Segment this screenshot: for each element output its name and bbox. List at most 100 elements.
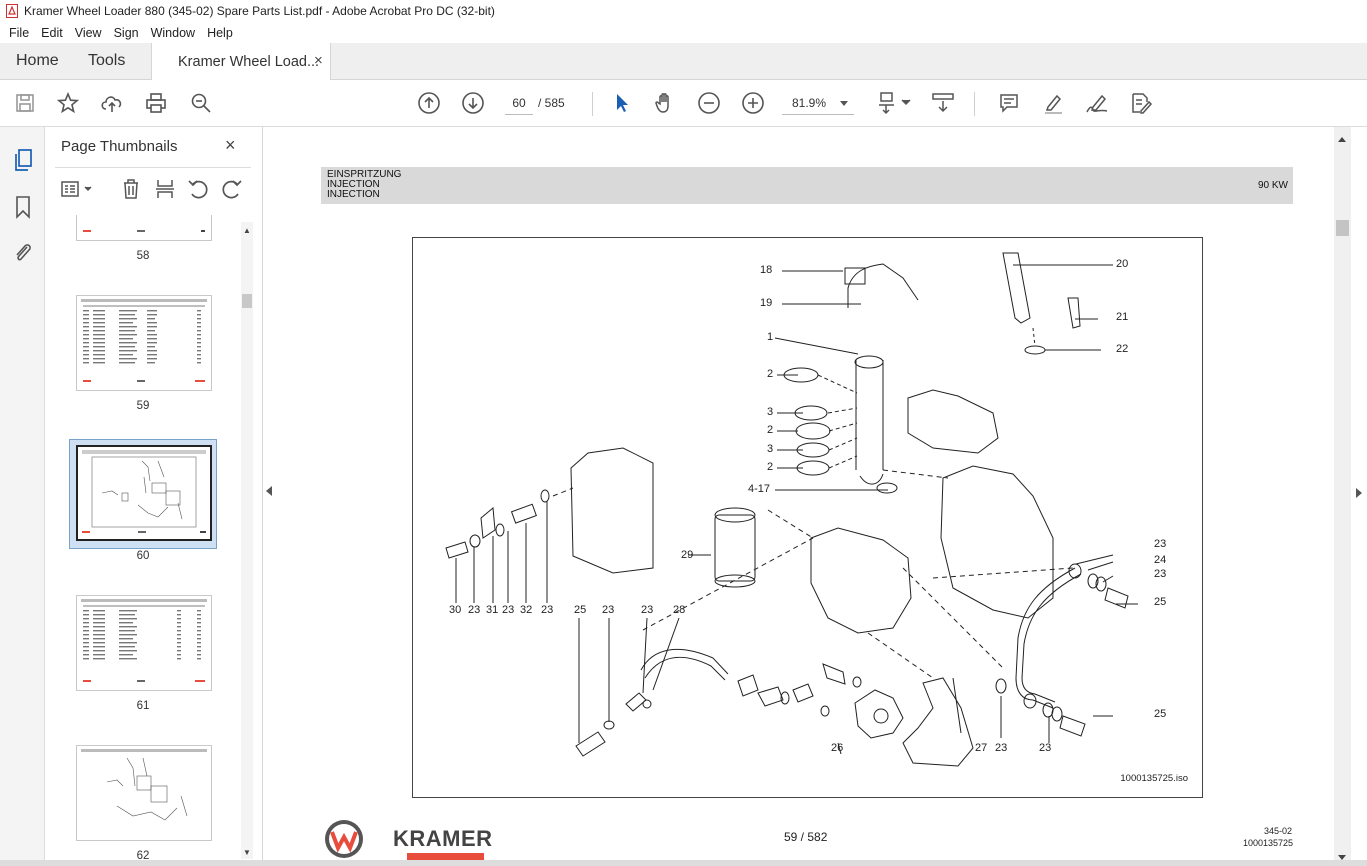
menu-edit[interactable]: Edit <box>36 26 68 40</box>
callout-2: 2 <box>767 368 774 380</box>
footer-brand: KRAMER <box>393 826 493 851</box>
thumbnail-list: 58 59 60 61 62 <box>45 215 241 860</box>
callout-23: 23 <box>502 604 515 616</box>
select-cursor-icon[interactable] <box>608 90 634 116</box>
thumbnail-scrollbar[interactable]: ▲ ▼ <box>241 222 253 859</box>
scroll-thumb[interactable] <box>1336 220 1349 236</box>
kramer-logo <box>323 818 365 860</box>
save-icon[interactable] <box>12 90 38 116</box>
diagram-drawing <box>445 252 1138 767</box>
header-power: 90 KW <box>1257 180 1288 191</box>
highlight-icon[interactable] <box>1040 90 1066 116</box>
callout-23: 23 <box>602 604 615 616</box>
chevron-down-icon <box>840 101 848 106</box>
callout-4-17: 4-17 <box>748 483 771 495</box>
thumbnail-label: 59 <box>136 400 150 412</box>
search-zoom-icon[interactable] <box>188 90 214 116</box>
rotate-left-icon[interactable] <box>186 177 210 201</box>
comment-icon[interactable] <box>996 90 1022 116</box>
header-line-fr: INJECTION <box>327 189 380 200</box>
callout-23: 23 <box>1154 568 1167 580</box>
callout-32: 32 <box>520 604 533 616</box>
attachment-icon[interactable] <box>10 239 36 265</box>
scroll-down-icon[interactable]: ▼ <box>243 848 251 857</box>
scroll-thumb[interactable] <box>242 294 252 308</box>
tab-document[interactable]: Kramer Wheel Load... × <box>151 43 331 81</box>
document-scrollbar[interactable] <box>1334 127 1351 866</box>
star-icon[interactable] <box>55 90 81 116</box>
zoom-level-value: 81.9% <box>792 96 827 110</box>
callout-21: 21 <box>1116 311 1129 323</box>
menu-sign[interactable]: Sign <box>109 26 144 40</box>
bookmark-icon[interactable] <box>10 194 36 220</box>
scroll-up-icon[interactable] <box>1338 137 1346 142</box>
menu-file[interactable]: File <box>4 26 34 40</box>
fit-page-icon[interactable] <box>874 90 914 116</box>
menu-view[interactable]: View <box>70 26 107 40</box>
callout-2: 2 <box>767 461 774 473</box>
tab-home[interactable]: Home <box>16 52 59 70</box>
upload-icon[interactable] <box>99 90 125 116</box>
thumbnail-page-62[interactable] <box>76 745 212 841</box>
thumbnail-options-icon[interactable] <box>59 177 95 201</box>
callout-1: 1 <box>767 331 774 343</box>
callout-31: 31 <box>486 604 499 616</box>
edit-pdf-icon[interactable] <box>1128 90 1154 116</box>
callout-23: 23 <box>1154 538 1167 550</box>
zoom-level-dropdown[interactable]: 81.9% <box>782 91 854 115</box>
extract-page-icon[interactable] <box>153 177 177 201</box>
tab-close-icon[interactable]: × <box>314 52 323 69</box>
callout-27: 27 <box>975 742 988 754</box>
callout-3: 3 <box>767 406 774 418</box>
menu-window[interactable]: Window <box>146 26 200 40</box>
footer-code-1: 345-02 <box>1264 826 1293 836</box>
callout-3: 3 <box>767 443 774 455</box>
thumbnail-page-60[interactable] <box>76 445 212 541</box>
callout-25: 25 <box>574 604 587 616</box>
expand-right-panel-icon[interactable] <box>1356 488 1362 498</box>
delete-page-icon[interactable] <box>119 177 143 201</box>
hand-icon[interactable] <box>652 90 678 116</box>
callout-26: 26 <box>831 742 844 754</box>
callout-23: 23 <box>1039 742 1052 754</box>
menu-help[interactable]: Help <box>202 26 238 40</box>
acrobat-app-icon <box>6 4 18 18</box>
footer-page-number: 59 / 582 <box>784 830 828 844</box>
page-down-icon[interactable] <box>460 90 486 116</box>
diagram-id: 1000135725.iso <box>1120 773 1188 784</box>
scroll-up-icon[interactable]: ▲ <box>243 226 251 235</box>
zoom-in-icon[interactable] <box>740 90 766 116</box>
callout-30: 30 <box>449 604 462 616</box>
thumbnail-page-61[interactable] <box>76 595 212 691</box>
thumbnail-page-58[interactable] <box>76 215 212 241</box>
thumbnail-page-59[interactable] <box>76 295 212 391</box>
thumbnail-label: 62 <box>136 850 150 860</box>
callout-29: 29 <box>681 549 694 561</box>
tab-tools[interactable]: Tools <box>88 52 125 70</box>
close-icon[interactable]: × <box>225 135 236 156</box>
panel-divider <box>55 167 251 168</box>
scroll-mode-icon[interactable] <box>930 90 956 116</box>
panel-title: Page Thumbnails <box>61 138 178 155</box>
thumbnail-label: 58 <box>136 250 150 262</box>
zoom-out-icon[interactable] <box>696 90 722 116</box>
sign-icon[interactable] <box>1084 90 1110 116</box>
toolbar-divider <box>974 92 975 116</box>
horizontal-scrollbar[interactable] <box>0 860 1367 866</box>
menu-bar: File Edit View Sign Window Help <box>0 22 1367 43</box>
page-section-header: EINSPRITZUNG INJECTION INJECTION 90 KW <box>321 167 1293 204</box>
callout-23: 23 <box>541 604 554 616</box>
callout-19: 19 <box>760 297 773 309</box>
window-title: Kramer Wheel Loader 880 (345-02) Spare P… <box>24 4 495 18</box>
thumbnail-label: 61 <box>136 700 150 712</box>
rotate-right-icon[interactable] <box>220 177 244 201</box>
collapse-panel-icon[interactable] <box>266 486 272 496</box>
callout-24: 24 <box>1154 554 1167 566</box>
page-number-input[interactable]: 60 <box>505 91 533 115</box>
toolbar-divider <box>592 92 593 116</box>
print-icon[interactable] <box>143 90 169 116</box>
left-rail <box>0 127 45 866</box>
page-thumbnails-icon[interactable] <box>10 147 36 173</box>
page-thumbnails-panel: Page Thumbnails × 58 59 60 61 62 ▲ ▼ <box>45 127 263 866</box>
page-up-icon[interactable] <box>416 90 442 116</box>
